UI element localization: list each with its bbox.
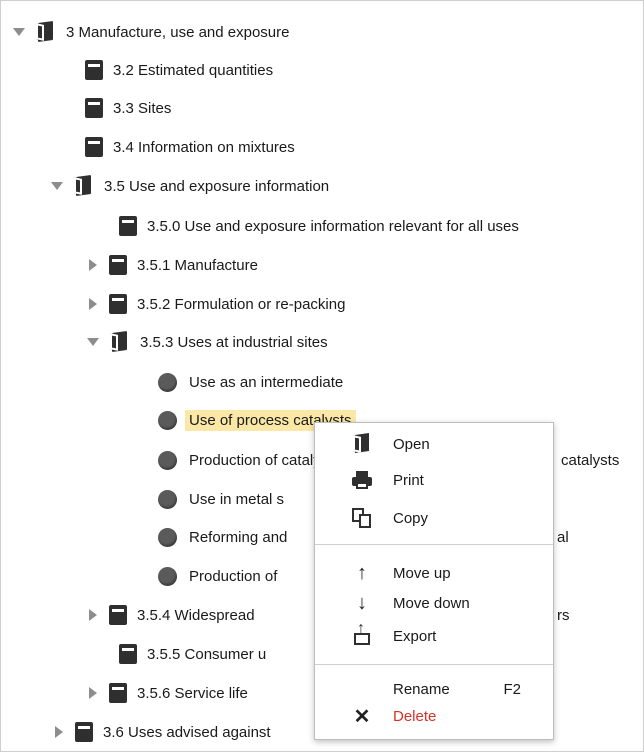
tree-row-label: 3.5.6 Service life: [137, 684, 248, 702]
use-dot-icon: [158, 527, 177, 547]
tree-row-label: 3 Manufacture, use and exposure: [66, 23, 290, 41]
tree-row-label: 3.5 Use and exposure information: [104, 177, 330, 195]
tree-row-3-4[interactable]: 3.4 Information on mixtures: [85, 134, 295, 160]
tree-row-label: Use as an intermediate: [189, 373, 344, 391]
menu-item-label: Copy: [393, 509, 429, 527]
menu-item-label: Export: [393, 627, 437, 645]
open-document-icon: [36, 22, 56, 42]
tree-row-label: 3.5.3 Uses at industrial sites: [140, 333, 328, 351]
tree-row-3-5[interactable]: 3.5 Use and exposure information: [51, 173, 329, 199]
document-icon: [85, 60, 103, 80]
menu-item-move-up[interactable]: ↑ Move up: [315, 560, 553, 586]
tree-row-3-5-2[interactable]: 3.5.2 Formulation or re-packing: [87, 291, 345, 317]
use-dot-icon: [158, 410, 177, 430]
menu-item-print[interactable]: Print: [315, 467, 553, 493]
tree-row-3-5-0[interactable]: 3.5.0 Use and exposure information relev…: [119, 213, 519, 239]
use-dot-icon: [158, 372, 177, 392]
document-icon: [109, 255, 127, 275]
tree-row-label: 3.3 Sites: [113, 99, 172, 117]
document-icon: [109, 683, 127, 703]
tree-row-label: 3.5.4 Widespread: [137, 606, 255, 624]
tree-row-production-2[interactable]: Production of: [158, 563, 277, 589]
document-icon: [119, 644, 137, 664]
folder-open-icon: [351, 433, 373, 455]
tree-row-label: 3.5.0 Use and exposure information relev…: [147, 217, 519, 235]
shortcut-label: F2: [503, 680, 521, 698]
label-suffix: rs: [557, 606, 570, 624]
tree-row-label-suffix: catalysts: [561, 447, 619, 473]
menu-item-label: Open: [393, 435, 430, 453]
tree-row-label: Production of: [189, 567, 278, 585]
expand-arrow-icon[interactable]: [13, 28, 25, 36]
menu-item-copy[interactable]: Copy: [315, 505, 553, 531]
tree-row-reforming[interactable]: Reforming and: [158, 524, 287, 550]
menu-separator: [315, 544, 553, 545]
tree-row-3-6[interactable]: 3.6 Uses advised against: [53, 719, 271, 745]
label-suffix: al: [557, 528, 569, 546]
collapse-arrow-icon[interactable]: [89, 259, 97, 271]
collapse-arrow-icon[interactable]: [89, 687, 97, 699]
open-document-icon: [74, 176, 94, 196]
tree-row-production-catalysts[interactable]: Production of catalysts: [158, 447, 340, 473]
open-document-icon: [110, 332, 130, 352]
collapse-arrow-icon[interactable]: [89, 609, 97, 621]
expand-arrow-icon[interactable]: [51, 182, 63, 190]
menu-item-rename[interactable]: Rename F2: [315, 676, 553, 702]
document-icon: [119, 216, 137, 236]
tree-panel: 3 Manufacture, use and exposure 3.2 Esti…: [0, 0, 644, 752]
document-icon: [109, 605, 127, 625]
use-dot-icon: [158, 450, 177, 470]
collapse-arrow-icon[interactable]: [55, 726, 63, 738]
menu-item-label: Move down: [393, 594, 470, 612]
tree-row-3-5-1[interactable]: 3.5.1 Manufacture: [87, 252, 258, 278]
tree-row-section-3[interactable]: 3 Manufacture, use and exposure: [13, 19, 289, 45]
menu-item-move-down[interactable]: ↓ Move down: [315, 590, 553, 616]
menu-item-open[interactable]: Open: [315, 431, 553, 457]
tree-row-label: Reforming and: [189, 528, 288, 546]
menu-item-delete[interactable]: ✕ Delete: [315, 703, 553, 729]
tree-row-3-5-6[interactable]: 3.5.6 Service life: [87, 680, 248, 706]
menu-separator: [315, 664, 553, 665]
menu-item-export[interactable]: Export: [315, 620, 553, 649]
export-icon: [351, 620, 373, 647]
arrow-down-icon: ↓: [357, 591, 367, 614]
tree-row-3-2[interactable]: 3.2 Estimated quantities: [85, 57, 273, 83]
tree-row-label-suffix: al: [557, 524, 569, 550]
tree-row-3-3[interactable]: 3.3 Sites: [85, 95, 171, 121]
document-icon: [75, 722, 93, 742]
tree-row-3-5-3[interactable]: 3.5.3 Uses at industrial sites: [87, 329, 328, 355]
printer-icon: [351, 469, 373, 491]
context-menu: Open Print Copy ↑ Move up ↓ Move down Ex…: [314, 422, 554, 740]
delete-x-icon: ✕: [353, 705, 371, 728]
menu-item-label: Delete: [393, 707, 437, 725]
arrow-up-icon: ↑: [357, 561, 367, 584]
menu-item-label: Move up: [393, 564, 451, 582]
tree-row-label: 3.5.1 Manufacture: [137, 256, 258, 274]
copy-icon: [351, 507, 373, 529]
tree-row-label: 3.5.2 Formulation or re-packing: [137, 295, 346, 313]
menu-item-label: Print: [393, 471, 424, 489]
tree-row-label-suffix: rs: [557, 602, 570, 628]
document-icon: [85, 98, 103, 118]
collapse-arrow-icon[interactable]: [89, 298, 97, 310]
document-icon: [109, 294, 127, 314]
document-icon: [85, 137, 103, 157]
use-dot-icon: [158, 566, 177, 586]
tree-row-3-5-4[interactable]: 3.5.4 Widespread: [87, 602, 255, 628]
tree-row-3-5-5[interactable]: 3.5.5 Consumer u: [119, 641, 266, 667]
use-dot-icon: [158, 489, 177, 509]
tree-row-use-intermediate[interactable]: Use as an intermediate: [158, 369, 343, 395]
label-suffix: catalysts: [561, 451, 620, 469]
tree-row-use-metal[interactable]: Use in metal s: [158, 486, 284, 512]
tree-row-label: 3.6 Uses advised against: [103, 723, 271, 741]
menu-item-label: Rename: [393, 680, 450, 698]
tree-row-label: 3.2 Estimated quantities: [113, 61, 274, 79]
expand-arrow-icon[interactable]: [87, 338, 99, 346]
tree-row-label: 3.4 Information on mixtures: [113, 138, 295, 156]
tree-row-label: Use in metal s: [189, 490, 285, 508]
tree-row-label: 3.5.5 Consumer u: [147, 645, 267, 663]
